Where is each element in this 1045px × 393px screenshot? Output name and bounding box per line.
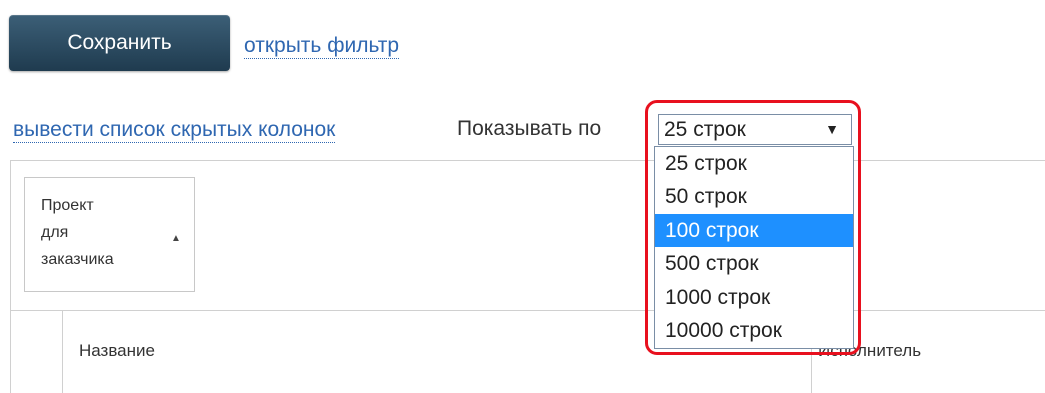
rows-per-page-value: 25 строк xyxy=(664,118,746,141)
group-header-label: Проект для заказчика xyxy=(41,197,114,268)
rows-option-500[interactable]: 500 строк xyxy=(655,247,853,280)
column-header-name[interactable]: Название xyxy=(79,341,155,361)
rows-option-1000[interactable]: 1000 строк xyxy=(655,281,853,314)
rows-option-25[interactable]: 25 строк xyxy=(655,147,853,180)
group-by-project-header[interactable]: Проект для заказчика ▲ xyxy=(24,177,195,292)
column-divider xyxy=(62,310,63,393)
rows-option-50[interactable]: 50 строк xyxy=(655,180,853,213)
hidden-columns-link[interactable]: вывести список скрытых колонок xyxy=(13,118,336,143)
open-filter-link[interactable]: открыть фильтр xyxy=(244,34,400,59)
table-left-border xyxy=(10,160,11,393)
rows-option-10000[interactable]: 10000 строк xyxy=(655,314,853,347)
rows-option-100[interactable]: 100 строк xyxy=(655,213,853,248)
sort-asc-icon[interactable]: ▲ xyxy=(171,233,181,244)
rows-per-page-label: Показывать по xyxy=(457,117,602,140)
rows-per-page-select[interactable]: 25 строк ▼ xyxy=(658,114,852,145)
save-button[interactable]: Сохранить xyxy=(9,15,230,71)
dropdown-arrow-icon: ▼ xyxy=(825,121,839,137)
rows-per-page-dropdown: 25 строк 50 строк 100 строк 500 строк 10… xyxy=(654,146,854,349)
group-row-divider xyxy=(10,310,1045,311)
table-top-border xyxy=(10,160,1045,161)
